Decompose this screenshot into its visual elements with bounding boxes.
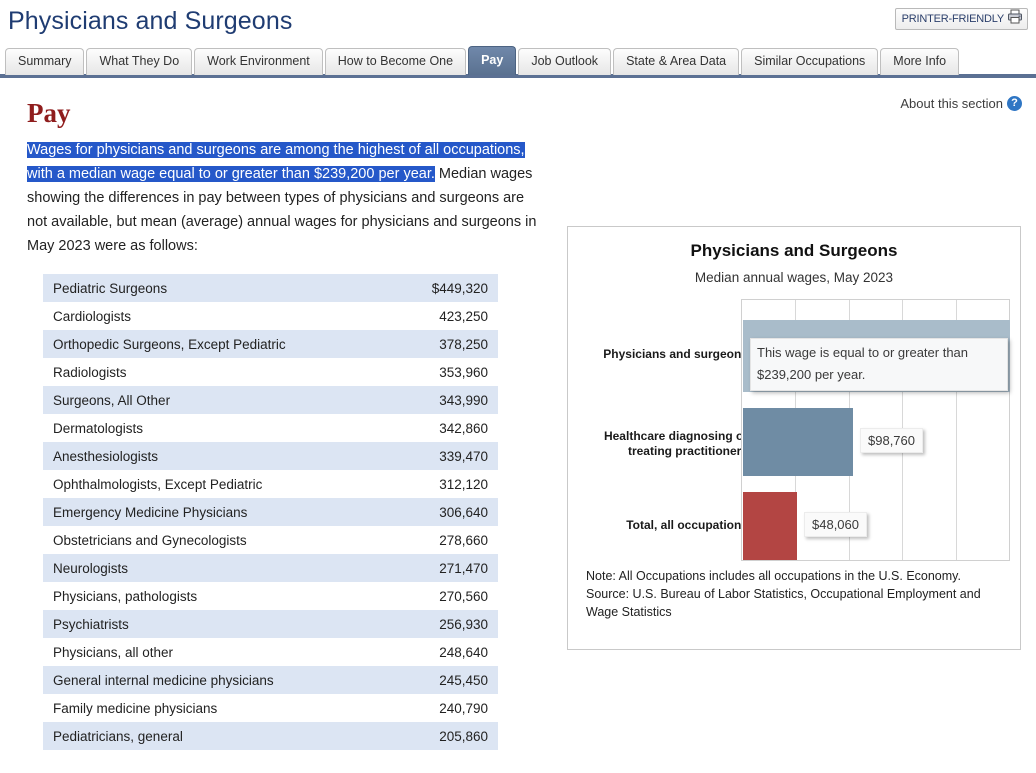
occupation-wage: $449,320 [392,274,498,302]
tab-job-outlook[interactable]: Job Outlook [518,48,611,75]
occupation-wage: 278,660 [392,526,498,554]
tab-list: Summary What They Do Work Environment Ho… [0,46,1036,75]
tab-work-environment[interactable]: Work Environment [194,48,323,75]
chart-source-text: Source: U.S. Bureau of Labor Statistics,… [586,585,1006,621]
table-row: Physicians, pathologists270,560 [43,582,498,610]
occupation-name: Anesthesiologists [43,442,392,470]
chart-category-label-healthcare: Healthcare diagnosing or treating practi… [578,429,748,459]
chart-subtitle: Median annual wages, May 2023 [568,270,1020,285]
table-row: Orthopedic Surgeons, Except Pediatric378… [43,330,498,358]
table-row: Neurologists271,470 [43,554,498,582]
table-row: Anesthesiologists339,470 [43,442,498,470]
occupation-wage: 342,860 [392,414,498,442]
table-row: Emergency Medicine Physicians306,640 [43,498,498,526]
chart-note-text: Note: All Occupations includes all occup… [586,569,961,583]
table-row: Psychiatrists256,930 [43,610,498,638]
chart-category-label-physicians: Physicians and surgeons [578,347,748,362]
table-row: Family medicine physicians240,790 [43,694,498,722]
occupation-name: Psychiatrists [43,610,392,638]
tab-what-they-do[interactable]: What They Do [86,48,192,75]
occupation-wage: 271,470 [392,554,498,582]
occupation-wage: 245,450 [392,666,498,694]
occupation-name: Ophthalmologists, Except Pediatric [43,470,392,498]
occupation-name: Physicians, all other [43,638,392,666]
occupation-name: Pediatric Surgeons [43,274,392,302]
tab-summary[interactable]: Summary [5,48,84,75]
chart-tooltip: This wage is equal to or greater than $2… [750,338,1008,391]
occupation-wage: 423,250 [392,302,498,330]
chart-value-label-healthcare: $98,760 [860,428,923,453]
table-row: General internal medicine physicians245,… [43,666,498,694]
tab-pay[interactable]: Pay [468,46,516,75]
occupation-name: Orthopedic Surgeons, Except Pediatric [43,330,392,358]
help-icon[interactable]: ? [1007,96,1022,111]
occupation-wage: 205,860 [392,722,498,750]
tab-bar: Summary What They Do Work Environment Ho… [0,46,1036,78]
wage-chart-panel: Physicians and Surgeons Median annual wa… [567,226,1021,650]
occupation-wage: 378,250 [392,330,498,358]
occupation-name: Dermatologists [43,414,392,442]
chart-value-label-total: $48,060 [804,512,867,537]
occupation-wage: 240,790 [392,694,498,722]
occupation-wage: 270,560 [392,582,498,610]
occupation-wage: 248,640 [392,638,498,666]
page-title: Physicians and Surgeons [8,5,292,37]
table-row: Surgeons, All Other343,990 [43,386,498,414]
table-row: Cardiologists423,250 [43,302,498,330]
occupation-name: Cardiologists [43,302,392,330]
chart-plot: Physicians and surgeons Healthcare diagn… [568,299,1020,561]
occupation-name: Family medicine physicians [43,694,392,722]
tab-similar-occupations[interactable]: Similar Occupations [741,48,878,75]
printer-friendly-button[interactable]: PRINTER-FRIENDLY [895,8,1028,30]
page-header: Physicians and Surgeons PRINTER-FRIENDLY [0,0,1036,46]
occupation-wage: 306,640 [392,498,498,526]
occupation-name: Radiologists [43,358,392,386]
chart-category-label-total: Total, all occupations [578,518,748,533]
occupation-name: General internal medicine physicians [43,666,392,694]
occupation-name: Obstetricians and Gynecologists [43,526,392,554]
table-row: Pediatricians, general205,860 [43,722,498,750]
tab-state-area-data[interactable]: State & Area Data [613,48,739,75]
chart-note: Note: All Occupations includes all occup… [586,567,1006,621]
occupation-name: Emergency Medicine Physicians [43,498,392,526]
page-root: Physicians and Surgeons PRINTER-FRIENDLY… [0,0,1036,773]
table-row: Obstetricians and Gynecologists278,660 [43,526,498,554]
occupation-wage: 343,990 [392,386,498,414]
table-row: Physicians, all other248,640 [43,638,498,666]
table-row: Radiologists353,960 [43,358,498,386]
occupation-wage: 256,930 [392,610,498,638]
occupation-name: Surgeons, All Other [43,386,392,414]
occupation-wage: 339,470 [392,442,498,470]
tab-more-info[interactable]: More Info [880,48,959,75]
intro-paragraph: Wages for physicians and surgeons are am… [27,138,542,258]
printer-friendly-label: PRINTER-FRIENDLY [902,13,1004,25]
section-title: Pay [27,98,542,128]
occupation-name: Pediatricians, general [43,722,392,750]
about-this-section-link[interactable]: About this section ? [900,96,1022,111]
printer-icon [1007,9,1023,29]
table-row: Pediatric Surgeons$449,320 [43,274,498,302]
wage-table: Pediatric Surgeons$449,320 Cardiologists… [43,274,498,750]
about-this-section-label: About this section [900,96,1003,111]
occupation-name: Neurologists [43,554,392,582]
tab-how-to-become-one[interactable]: How to Become One [325,48,466,75]
occupation-name: Physicians, pathologists [43,582,392,610]
table-row: Ophthalmologists, Except Pediatric312,12… [43,470,498,498]
chart-title: Physicians and Surgeons [568,241,1020,261]
chart-bar-total-all-occupations[interactable] [743,492,797,560]
table-row: Dermatologists342,860 [43,414,498,442]
occupation-wage: 353,960 [392,358,498,386]
wage-table-body: Pediatric Surgeons$449,320 Cardiologists… [43,274,498,750]
occupation-wage: 312,120 [392,470,498,498]
chart-bar-healthcare-practitioners[interactable] [743,408,853,476]
left-column: Pay Wages for physicians and surgeons ar… [0,78,556,750]
chart-plot-area: $98,760 $48,060 This wage is equal to or… [741,299,1010,561]
